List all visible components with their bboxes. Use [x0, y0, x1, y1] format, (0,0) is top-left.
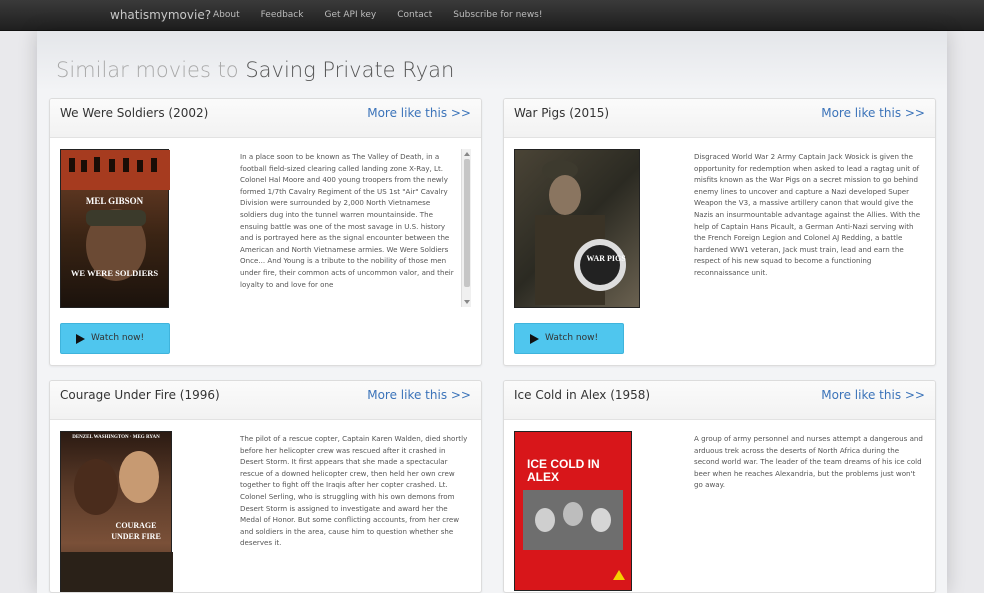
- poster-art: [535, 160, 626, 305]
- poster-art: [61, 150, 170, 281]
- movie-card: War Pigs (2015) More like this >> WAR PI…: [503, 98, 936, 366]
- movie-description: A group of army personnel and nurses att…: [694, 434, 923, 490]
- watch-now-button[interactable]: Watch now!: [514, 323, 624, 354]
- movie-description: In a place soon to be known as The Valle…: [240, 152, 454, 289]
- movie-poster[interactable]: ICE COLD IN ALEX: [514, 431, 632, 591]
- more-like-this-link[interactable]: More like this >>: [367, 106, 471, 120]
- movie-title: Ice Cold in Alex (1958): [514, 388, 651, 402]
- poster-actor-text: MEL GIBSON: [85, 196, 144, 206]
- nav-links: About Feedback Get API key Contact Subsc…: [213, 10, 563, 20]
- movie-poster[interactable]: WAR PIGS: [514, 149, 640, 308]
- watch-now-label: Watch now!: [91, 333, 145, 343]
- play-icon: [530, 334, 539, 344]
- scroll-up-arrow-icon[interactable]: [464, 152, 470, 156]
- page-title: Similar movies to Saving Private Ryan: [56, 58, 454, 82]
- nav-link-get-api-key[interactable]: Get API key: [324, 10, 376, 20]
- movie-description: Disgraced World War 2 Army Captain Jack …: [694, 152, 921, 277]
- movie-card: We Were Soldiers (2002) More like this >…: [49, 98, 482, 366]
- nav-link-about[interactable]: About: [213, 10, 240, 20]
- more-like-this-link[interactable]: More like this >>: [821, 106, 925, 120]
- description-scrollbar[interactable]: [461, 149, 471, 307]
- top-navbar: whatismymovie? About Feedback Get API ke…: [0, 0, 984, 31]
- poster-title-text: COURAGE UNDER FIRE: [111, 521, 161, 541]
- poster-art: [61, 451, 173, 592]
- nav-link-contact[interactable]: Contact: [397, 10, 432, 20]
- poster-actor-text: DENZEL WASHINGTON · MEG RYAN: [72, 435, 160, 440]
- movie-card: Ice Cold in Alex (1958) More like this >…: [503, 380, 936, 593]
- movie-title: Courage Under Fire (1996): [60, 388, 220, 402]
- card-header: We Were Soldiers (2002) More like this >…: [50, 99, 481, 138]
- scroll-thumb[interactable]: [464, 159, 470, 287]
- card-header: Courage Under Fire (1996) More like this…: [50, 381, 481, 420]
- page-title-prefix: Similar movies to: [56, 58, 239, 82]
- poster-title-text: WAR PIGS: [586, 254, 626, 263]
- movie-title: War Pigs (2015): [514, 106, 610, 120]
- scroll-down-arrow-icon[interactable]: [464, 300, 470, 304]
- poster-title-text: ICE COLD IN ALEX: [527, 457, 600, 484]
- more-like-this-link[interactable]: More like this >>: [821, 388, 925, 402]
- nav-link-feedback[interactable]: Feedback: [261, 10, 304, 20]
- movie-card: Courage Under Fire (1996) More like this…: [49, 380, 482, 593]
- watch-now-button[interactable]: Watch now!: [60, 323, 170, 354]
- movie-poster[interactable]: DENZEL WASHINGTON · MEG RYAN COURAGE UND…: [60, 431, 173, 592]
- more-like-this-link[interactable]: More like this >>: [367, 388, 471, 402]
- movie-title: We Were Soldiers (2002): [60, 106, 209, 120]
- page-title-movie: Saving Private Ryan: [245, 58, 455, 82]
- nav-link-subscribe[interactable]: Subscribe for news!: [453, 10, 542, 20]
- movie-poster[interactable]: MEL GIBSON WE WERE SOLDIERS: [60, 149, 170, 308]
- movie-description: The pilot of a rescue copter, Captain Ka…: [240, 434, 468, 548]
- brand-logo-link[interactable]: whatismymovie?: [110, 8, 211, 22]
- poster-art: [523, 490, 625, 580]
- card-header: Ice Cold in Alex (1958) More like this >…: [504, 381, 935, 420]
- play-icon: [76, 334, 85, 344]
- watch-now-label: Watch now!: [545, 333, 599, 343]
- card-header: War Pigs (2015) More like this >>: [504, 99, 935, 138]
- poster-title-text: WE WERE SOLDIERS: [70, 268, 159, 278]
